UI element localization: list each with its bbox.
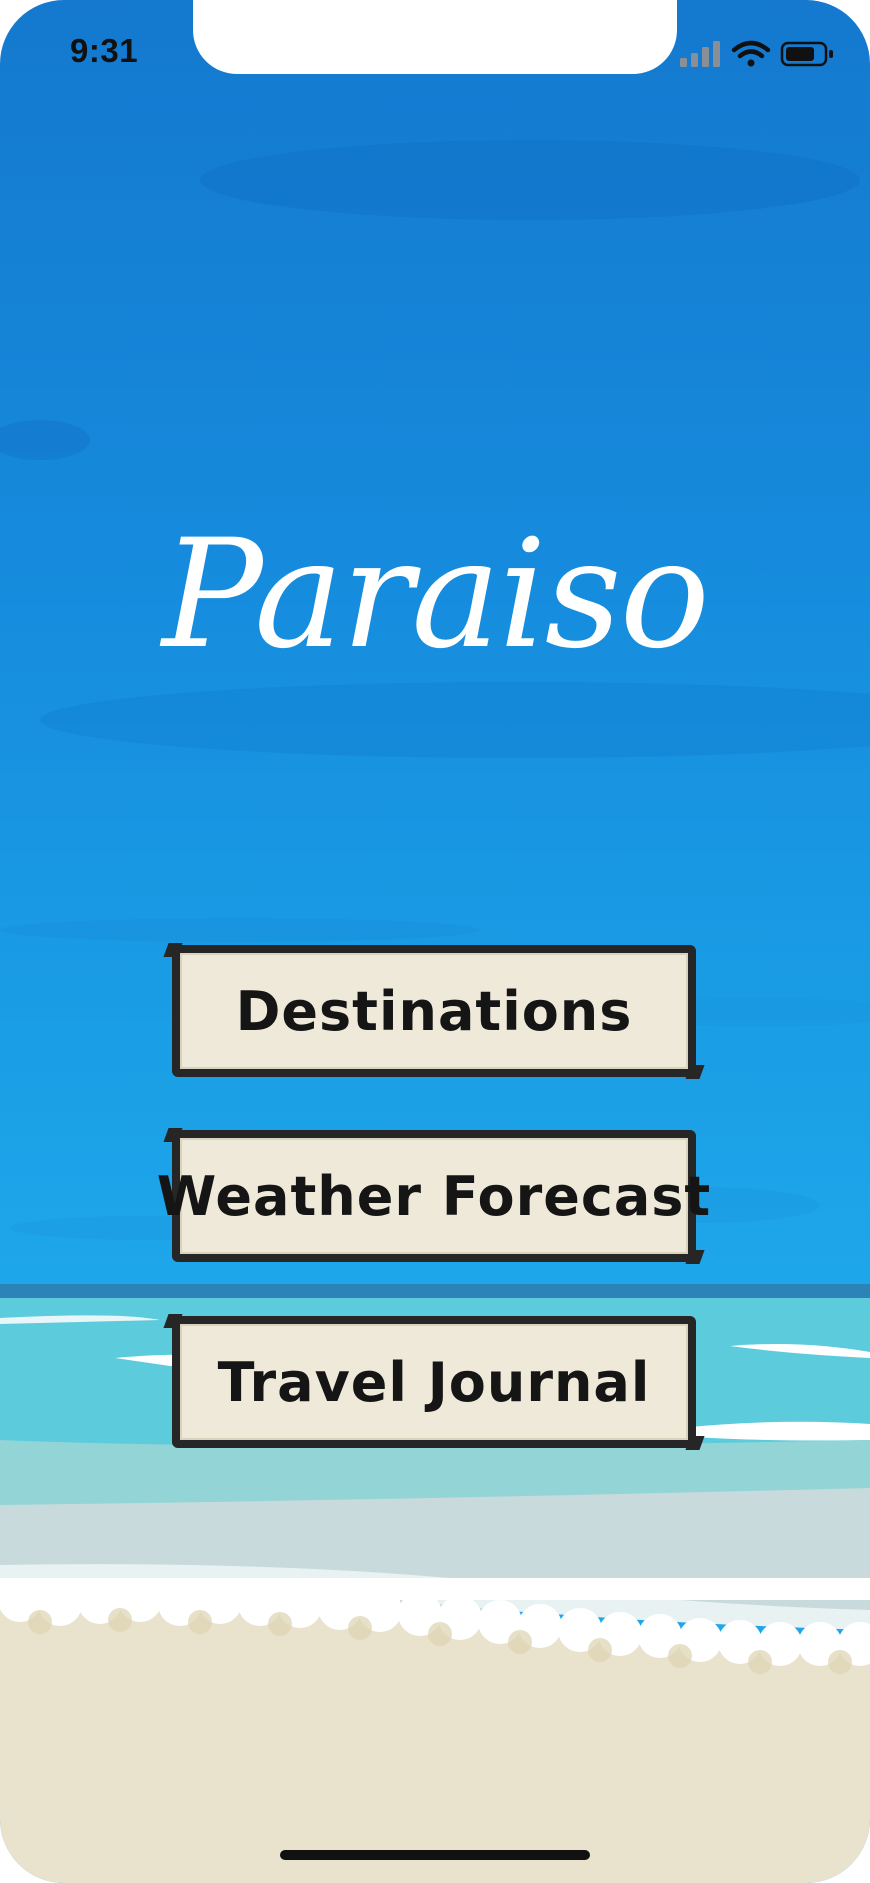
notch xyxy=(193,0,677,74)
beach-background xyxy=(0,140,870,1883)
home-indicator[interactable] xyxy=(280,1850,590,1860)
wifi-icon xyxy=(731,40,771,67)
app-title: Paraiso xyxy=(161,508,710,682)
cellular-signal-icon xyxy=(680,41,720,67)
weather-forecast-button[interactable]: Weather Forecast xyxy=(157,1130,710,1262)
weather-forecast-label: Weather Forecast xyxy=(156,1164,712,1228)
destinations-label: Destinations xyxy=(235,979,633,1043)
battery-icon xyxy=(780,41,833,67)
travel-journal-label: Travel Journal xyxy=(217,1350,651,1414)
status-time: 9:31 xyxy=(70,32,139,69)
status-bar: 9:31 xyxy=(0,0,870,100)
destinations-button[interactable]: Destinations xyxy=(172,945,696,1077)
travel-journal-button[interactable]: Travel Journal xyxy=(172,1316,696,1448)
status-icons xyxy=(678,38,848,77)
home-screen: 9:31 Paraiso Destinations Weather Foreca… xyxy=(0,0,870,1883)
